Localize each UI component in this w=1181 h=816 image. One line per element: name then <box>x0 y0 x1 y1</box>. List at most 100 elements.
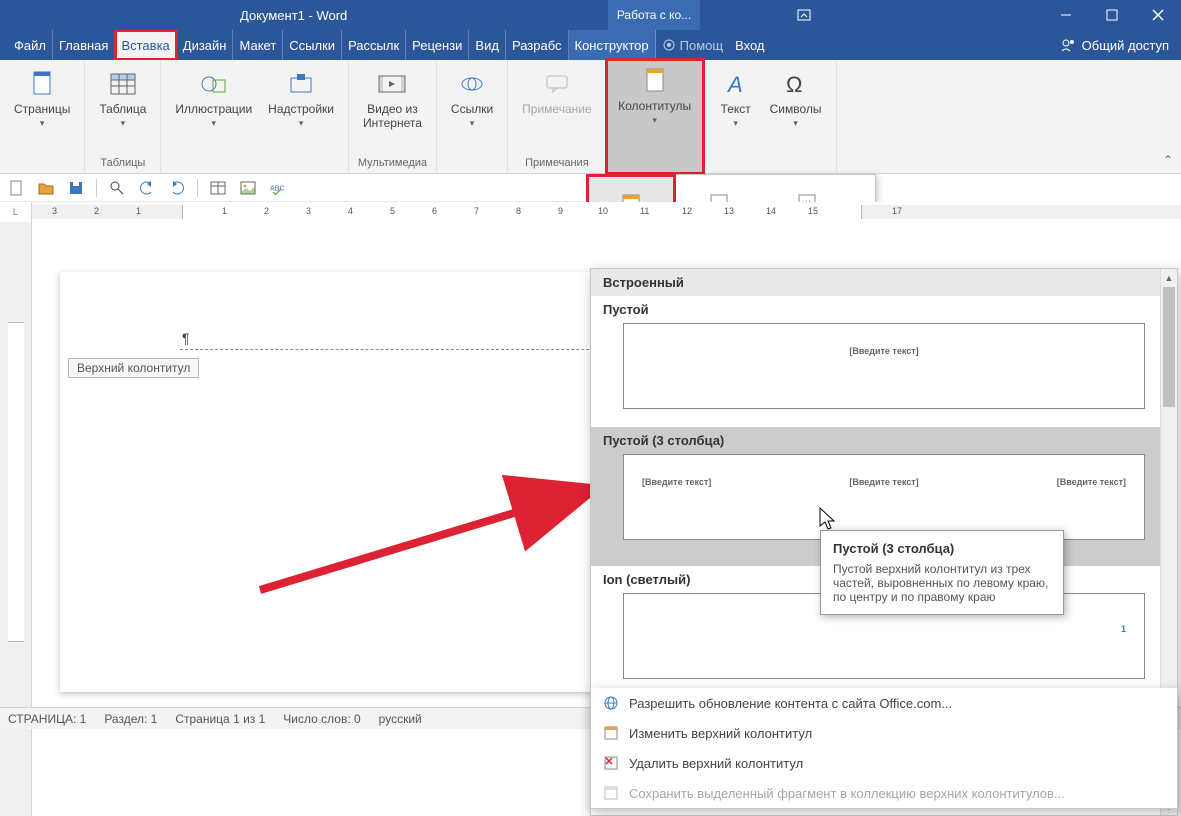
addins-button[interactable]: Надстройки ▾ <box>262 64 340 133</box>
chevron-down-icon: ▾ <box>212 118 217 129</box>
window-title: Документ1 - Word <box>240 8 347 23</box>
horizontal-ruler-row: L 3 2 1 1 2 3 4 5 6 7 8 9 10 11 12 13 14… <box>0 202 1181 222</box>
table-icon <box>107 68 139 100</box>
mouse-cursor <box>818 506 838 532</box>
tell-me-help[interactable]: Помощ <box>656 30 729 60</box>
close-button[interactable] <box>1135 0 1181 30</box>
group-label-media: Мультимедиа <box>358 155 427 173</box>
menu-save-selection: Сохранить выделенный фрагмент в коллекци… <box>591 778 1177 808</box>
ribbon-display-options-icon[interactable] <box>797 8 811 26</box>
header-icon <box>639 65 671 97</box>
save-selection-icon <box>603 785 619 801</box>
tooltip-title: Пустой (3 столбца) <box>833 541 1051 556</box>
remove-header-icon <box>603 755 619 771</box>
tooltip-body: Пустой верхний колонтитул из трех частей… <box>833 562 1051 604</box>
status-page-of[interactable]: Страница 1 из 1 <box>175 712 265 726</box>
menu-edit-header[interactable]: Изменить верхний колонтитул <box>591 718 1177 748</box>
spellcheck-icon[interactable]: ABC <box>268 178 288 198</box>
open-icon[interactable] <box>36 178 56 198</box>
svg-text:ABC: ABC <box>270 183 285 192</box>
links-button[interactable]: Ссылки ▾ <box>445 64 499 133</box>
gallery-section-builtin: Встроенный <box>591 269 1177 296</box>
gallery-tooltip: Пустой (3 столбца) Пустой верхний колонт… <box>820 530 1064 615</box>
find-icon[interactable] <box>107 178 127 198</box>
tab-view[interactable]: Вид <box>469 30 506 60</box>
status-page[interactable]: СТРАНИЦА: 1 <box>8 712 86 726</box>
pages-button[interactable]: Страницы ▾ <box>8 64 76 133</box>
chevron-down-icon: ▾ <box>733 118 738 129</box>
text-icon: A <box>720 68 752 100</box>
annotation-arrow <box>250 470 610 610</box>
tab-review[interactable]: Рецензи <box>406 30 469 60</box>
shapes-icon <box>198 68 230 100</box>
text-button[interactable]: A Текст ▾ <box>712 64 760 133</box>
group-headerfooter: Колонтитулы ▾ <box>607 60 704 173</box>
tab-design[interactable]: Дизайн <box>177 30 234 60</box>
menu-office-content[interactable]: Разрешить обновление контента с сайта Of… <box>591 688 1177 718</box>
share-button[interactable]: Общий доступ <box>1048 30 1181 60</box>
tab-layout[interactable]: Макет <box>233 30 283 60</box>
edit-header-icon <box>603 725 619 741</box>
horizontal-ruler[interactable]: 3 2 1 1 2 3 4 5 6 7 8 9 10 11 12 13 14 1… <box>32 202 1181 222</box>
status-language[interactable]: русский <box>379 712 422 726</box>
group-media: Видео из Интернета Мультимедиа <box>349 60 437 173</box>
video-icon <box>376 68 408 100</box>
status-section[interactable]: Раздел: 1 <box>104 712 157 726</box>
chevron-down-icon: ▾ <box>40 118 45 129</box>
gallery-footer-menu: Разрешить обновление контента с сайта Of… <box>590 688 1178 809</box>
page-icon <box>26 68 58 100</box>
group-links: Ссылки ▾ <box>437 60 508 173</box>
table-qat-icon[interactable] <box>208 178 228 198</box>
symbols-button[interactable]: Ω Символы ▾ <box>764 64 828 133</box>
comment-icon <box>541 68 573 100</box>
group-text: A Текст ▾ Ω Символы ▾ <box>704 60 837 173</box>
tab-developer[interactable]: Разрабс <box>506 30 569 60</box>
tab-file[interactable]: Файл <box>0 30 53 60</box>
scroll-up-icon[interactable]: ▲ <box>1161 269 1177 286</box>
link-icon <box>456 68 488 100</box>
tab-mailings[interactable]: Рассылк <box>342 30 406 60</box>
collapse-ribbon-icon[interactable]: ⌃ <box>1163 153 1173 167</box>
svg-text:A: A <box>726 72 743 97</box>
chevron-down-icon: ▾ <box>121 118 126 129</box>
header-label-tab: Верхний колонтитул <box>68 358 199 378</box>
group-tables: Таблица ▾ Таблицы <box>85 60 161 173</box>
title-bar: Документ1 - Word Работа с ко... <box>0 0 1181 30</box>
symbol-icon: Ω <box>780 68 812 100</box>
group-illustrations: Иллюстрации ▾ Надстройки ▾ <box>161 60 349 173</box>
comment-button[interactable]: Примечание <box>516 64 597 120</box>
scroll-thumb[interactable] <box>1163 287 1175 407</box>
tab-home[interactable]: Главная <box>53 30 115 60</box>
tab-constructor[interactable]: Конструктор <box>569 30 656 60</box>
group-comments: Примечание Примечания <box>508 60 606 173</box>
addins-icon <box>285 68 317 100</box>
undo-icon[interactable] <box>137 178 157 198</box>
new-doc-icon[interactable] <box>6 178 26 198</box>
picture-qat-icon[interactable] <box>238 178 258 198</box>
chevron-down-icon: ▾ <box>652 115 657 126</box>
contextual-tab-label: Работа с ко... <box>608 0 700 30</box>
menu-remove-header[interactable]: Удалить верхний колонтитул <box>591 748 1177 778</box>
svg-text:Ω: Ω <box>786 72 802 97</box>
ribbon: Страницы ▾ Таблица ▾ Таблицы Иллюстрации… <box>0 60 1181 174</box>
chevron-down-icon: ▾ <box>470 118 475 129</box>
paragraph-mark: ¶ <box>182 330 190 346</box>
login-button[interactable]: Вход <box>729 30 770 60</box>
chevron-down-icon: ▾ <box>299 118 304 129</box>
ribbon-tabs: Файл Главная Вставка Дизайн Макет Ссылки… <box>0 30 1181 60</box>
save-icon[interactable] <box>66 178 86 198</box>
minimize-button[interactable] <box>1043 0 1089 30</box>
tab-insert[interactable]: Вставка <box>115 30 176 60</box>
illustrations-button[interactable]: Иллюстрации ▾ <box>169 64 258 133</box>
ruler-corner[interactable]: L <box>0 202 32 222</box>
group-label-tables: Таблицы <box>100 155 145 173</box>
redo-icon[interactable] <box>167 178 187 198</box>
online-video-button[interactable]: Видео из Интернета <box>357 64 428 134</box>
gallery-item-blank[interactable]: Пустой [Введите текст] <box>591 296 1177 427</box>
chevron-down-icon: ▾ <box>793 118 798 129</box>
status-words[interactable]: Число слов: 0 <box>283 712 360 726</box>
tab-references[interactable]: Ссылки <box>283 30 342 60</box>
maximize-button[interactable] <box>1089 0 1135 30</box>
headers-footers-button[interactable]: Колонтитулы ▾ <box>607 60 703 173</box>
table-button[interactable]: Таблица ▾ <box>93 64 152 133</box>
